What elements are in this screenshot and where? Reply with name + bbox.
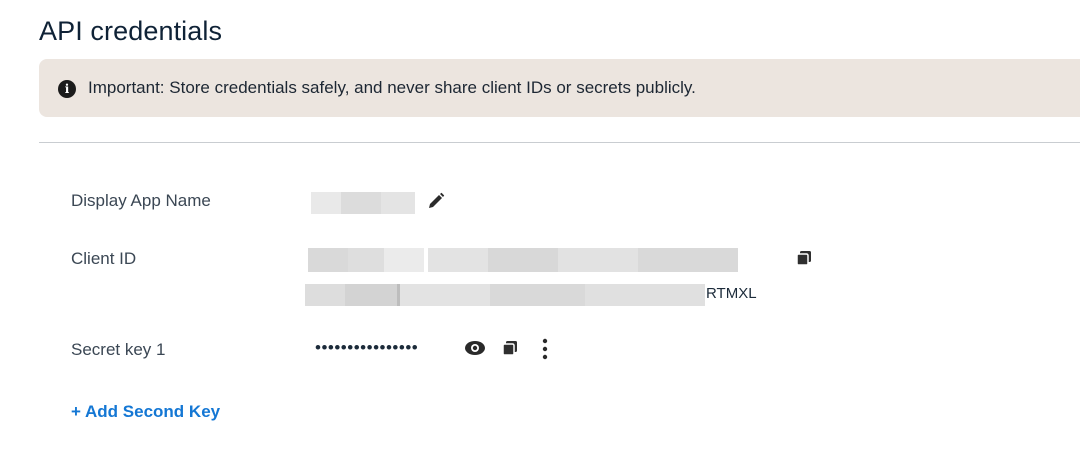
secret-key-masked-value: •••••••••••••••• bbox=[315, 338, 419, 357]
display-app-name-value-redacted bbox=[311, 192, 415, 214]
display-app-name-label: Display App Name bbox=[71, 191, 211, 210]
client-id-label: Client ID bbox=[71, 249, 137, 268]
important-notice-banner: i Important: Store credentials safely, a… bbox=[39, 59, 1080, 117]
eye-show-secret-icon[interactable] bbox=[464, 340, 486, 356]
more-options-icon[interactable] bbox=[542, 338, 548, 360]
notice-text: Important: Store credentials safely, and… bbox=[88, 78, 696, 97]
client-id-value-line2-redacted bbox=[305, 284, 705, 306]
copy-client-id-icon[interactable] bbox=[796, 250, 812, 266]
info-icon: i bbox=[58, 80, 76, 98]
secret-key-1-label: Secret key 1 bbox=[71, 340, 166, 359]
client-id-value-line1-redacted bbox=[308, 248, 738, 272]
client-id-suffix: RTMXL bbox=[706, 285, 757, 302]
page-title: API credentials bbox=[39, 16, 223, 46]
section-divider bbox=[39, 142, 1080, 143]
copy-secret-key-icon[interactable] bbox=[502, 340, 518, 356]
pencil-edit-icon[interactable] bbox=[427, 192, 445, 210]
add-second-key-link[interactable]: + Add Second Key bbox=[71, 402, 220, 422]
